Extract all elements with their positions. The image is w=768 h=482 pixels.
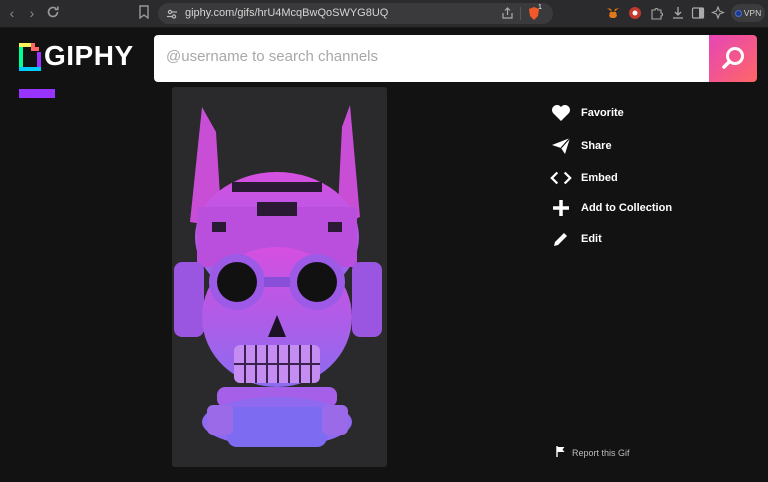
add-to-collection-button[interactable]: Add to Collection xyxy=(550,197,672,219)
embed-label: Embed xyxy=(581,172,618,184)
leo-ai-icon[interactable] xyxy=(710,5,726,20)
search-button[interactable] xyxy=(709,35,757,82)
giphy-logo-text[interactable]: GIPHY xyxy=(44,40,134,72)
add-to-collection-label: Add to Collection xyxy=(581,202,673,214)
back-icon[interactable]: ‹ xyxy=(4,5,20,21)
pencil-icon xyxy=(550,228,572,250)
bookmark-icon[interactable] xyxy=(136,5,152,21)
share-page-icon[interactable] xyxy=(501,7,515,21)
search-input[interactable] xyxy=(164,47,688,66)
report-label: Report this Gif xyxy=(572,447,630,458)
edit-label: Edit xyxy=(581,233,602,245)
extensions-puzzle-icon[interactable] xyxy=(650,6,664,20)
browser-toolbar: ‹ › giphy.com/gifs/hrU4McqBwQoSWYG8UQ 1 xyxy=(0,0,768,28)
embed-button[interactable]: Embed xyxy=(550,167,618,189)
heart-icon xyxy=(550,102,572,124)
code-brackets-icon xyxy=(550,167,572,189)
share-label: Share xyxy=(581,140,612,152)
divider xyxy=(520,7,521,20)
giphy-logo[interactable] xyxy=(19,43,41,73)
report-gif-link[interactable]: Report this Gif xyxy=(556,446,630,459)
shields-count-badge: 1 xyxy=(538,4,542,11)
giphy-logo-icon xyxy=(19,43,41,71)
address-bar[interactable]: giphy.com/gifs/hrU4McqBwQoSWYG8UQ 1 xyxy=(158,3,553,24)
paper-plane-icon xyxy=(550,135,572,157)
download-icon[interactable] xyxy=(671,6,685,20)
sidebar-toggle-icon[interactable] xyxy=(691,6,705,20)
forward-icon[interactable]: › xyxy=(24,5,40,21)
reload-icon[interactable] xyxy=(45,5,61,21)
purple-skull-gif-icon xyxy=(174,105,382,447)
plus-icon xyxy=(550,197,572,219)
edit-button[interactable]: Edit xyxy=(550,228,602,250)
accent-bar xyxy=(19,89,55,98)
favorite-button[interactable]: Favorite xyxy=(550,102,624,124)
extension-red-icon[interactable] xyxy=(628,6,642,20)
gif-image[interactable] xyxy=(172,87,387,467)
share-button[interactable]: Share xyxy=(550,135,612,157)
vpn-label: VPN xyxy=(743,8,762,18)
url-text[interactable]: giphy.com/gifs/hrU4McqBwQoSWYG8UQ xyxy=(185,7,388,19)
metamask-extension-icon[interactable] xyxy=(606,6,620,20)
site-settings-icon[interactable] xyxy=(166,7,180,21)
favorite-label: Favorite xyxy=(581,107,624,119)
search-icon xyxy=(722,47,744,69)
flag-icon xyxy=(556,446,565,459)
vpn-status-icon xyxy=(734,10,742,18)
channel-search xyxy=(154,35,710,82)
vpn-button[interactable]: VPN xyxy=(731,4,765,22)
